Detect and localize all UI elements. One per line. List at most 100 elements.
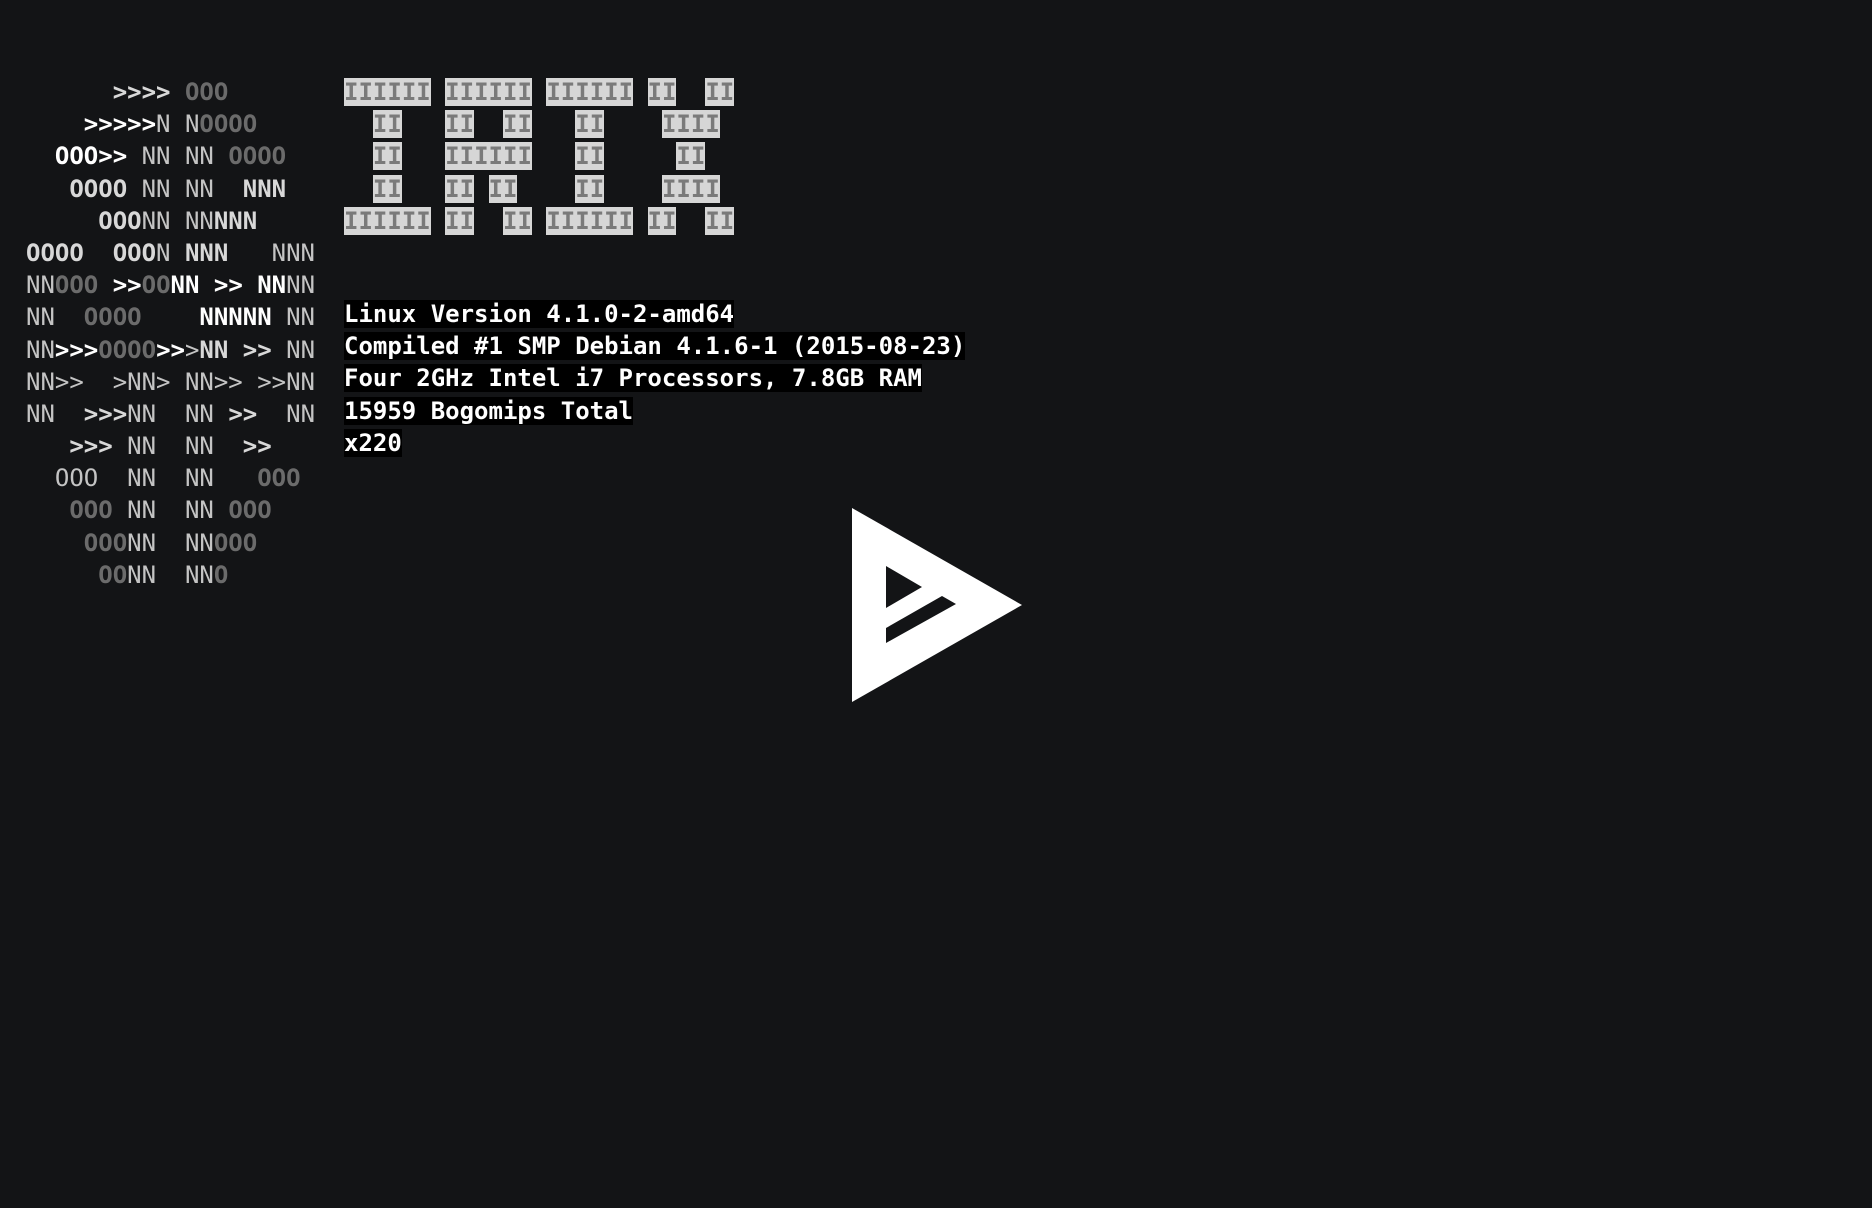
kernel-version-line: Linux Version 4.1.0-2-amd64 xyxy=(344,298,965,330)
ascii-logo-segment: NN xyxy=(271,303,315,332)
kernel-version-text: Linux Version 4.1.0-2-amd64 xyxy=(344,300,735,328)
hostname-text: x220 xyxy=(344,428,402,457)
ascii-logo-segment xyxy=(26,175,69,203)
ascii-logo-segment: OOO xyxy=(213,528,258,557)
ascii-logo-segment: OOO xyxy=(257,464,301,493)
ascii-logo-segment: N xyxy=(156,238,185,267)
ascii-logo-segment: NN xyxy=(26,335,55,364)
ascii-logo-segment: >>> xyxy=(54,335,99,364)
ascii-logo-segment xyxy=(142,303,200,331)
bogomips-text: 15959 Bogomips Total xyxy=(344,396,633,425)
ascii-logo-segment: >>>>> xyxy=(83,110,157,139)
ascii-logo-segment xyxy=(98,271,112,299)
ascii-logo-line: OOOO NN NN NNN xyxy=(26,173,315,205)
ascii-logo-line: NN OOOO NNNNN NN xyxy=(26,301,315,333)
ascii-logo-segment: NNN xyxy=(184,238,229,267)
ascii-logo-line: OOO NN NN OOO xyxy=(26,462,315,494)
ascii-logo-segment: NN xyxy=(26,399,84,428)
ascii-logo-segment: NN NN xyxy=(127,528,214,557)
ascii-logo-segment: >> xyxy=(242,432,272,461)
ascii-logo-segment: NN xyxy=(286,238,316,267)
asciinema-play-icon[interactable] xyxy=(852,508,1022,702)
ascii-logo-line: >>>>>N NOOOO xyxy=(26,108,315,140)
hardware-line: Four 2GHz Intel i7 Processors, 7.8GB RAM xyxy=(344,362,965,394)
ascii-logo-segment: > xyxy=(184,335,200,364)
irix-banner: IIIIII IIIIII IIIIII II II II II II II I… xyxy=(344,76,735,237)
ascii-logo-segment: >> xyxy=(156,335,185,364)
ascii-logo-segment: OOO xyxy=(184,78,229,106)
irix-banner-line: II II II II IIII xyxy=(372,110,720,139)
ascii-logo-segment xyxy=(26,496,69,524)
irix-banner-line: II IIIIII II II xyxy=(372,142,706,171)
ascii-logo-segment xyxy=(26,207,98,235)
ascii-logo-segment: NN>> >NN> NN>> >>NN xyxy=(26,367,315,396)
ascii-logo-segment: OO xyxy=(141,271,171,300)
ascii-logo-segment: NN NN xyxy=(127,560,214,589)
ascii-logo-segment: OOOO xyxy=(199,110,258,139)
ascii-logo-segment: >>> xyxy=(83,399,128,428)
irix-banner-line: IIIIII II II IIIIII II II xyxy=(344,206,735,235)
ascii-logo-segment: OOO xyxy=(83,528,128,557)
ascii-logo-line: >>>> OOO xyxy=(26,76,315,108)
hostname-line: x220 xyxy=(344,427,965,459)
terminal-screen: >>>> OOO >>>>>N NOOOO OOO>> NN NN OOOO O… xyxy=(0,0,1872,1208)
ascii-logo-segment: NN xyxy=(26,303,84,332)
ascii-logo-segment: OO xyxy=(98,560,128,589)
ascii-logo-line: >>> NN NN >> xyxy=(26,430,315,462)
ascii-logo-segment: OOOO xyxy=(83,303,142,332)
ascii-logo-segment: OOOO xyxy=(228,142,287,171)
ascii-logo-segment: NN NN xyxy=(127,142,229,171)
ascii-logo-segment: NN NN xyxy=(112,432,243,461)
ascii-logo-line: NNOOO >>OONN >> NNNN xyxy=(26,269,315,301)
ascii-logo-line: OOO>> NN NN OOOO xyxy=(26,140,315,172)
ascii-logo-segment: NNNNN xyxy=(199,303,272,332)
ascii-logo-segment: NN xyxy=(257,399,316,428)
system-info: Linux Version 4.1.0-2-amd64 Compiled #1 … xyxy=(344,298,966,459)
ascii-logo-segment: NN xyxy=(26,271,55,300)
ascii-logo-line: NN>>>OOOO>>>NN >> NN xyxy=(26,334,315,366)
ascii-logo-segment xyxy=(26,110,84,138)
ascii-logo-segment: >>> xyxy=(69,432,113,461)
ascii-logo-segment: OOO xyxy=(98,206,142,235)
ascii-logo-line: OOONN NNOOO xyxy=(26,527,315,559)
ascii-logo-segment: NN >> NN xyxy=(170,271,287,300)
ascii-logo-segment: OOOO xyxy=(98,335,157,364)
ascii-logo-segment: NN NN xyxy=(141,206,214,235)
ascii-logo-segment xyxy=(171,78,185,106)
ascii-logo-segment: NN NN xyxy=(127,399,229,428)
ascii-logo-segment: OOO xyxy=(69,496,113,525)
compiled-text: Compiled #1 SMP Debian 4.1.6-1 (2015-08-… xyxy=(344,332,966,361)
ascii-logo-segment: OOO NN NN xyxy=(26,464,258,493)
ascii-logo-segment: NNN xyxy=(242,174,287,203)
ascii-logo-line: NN>> >NN> NN>> >>NN xyxy=(26,366,315,398)
ascii-logo-segment: >>>> xyxy=(112,78,171,106)
ascii-logo-segment: OOO xyxy=(228,496,272,525)
ascii-logo-line: OONN NNO xyxy=(26,559,315,591)
distro-ascii-logo: >>>> OOO >>>>>N NOOOO OOO>> NN NN OOOO O… xyxy=(26,76,315,591)
ascii-logo-segment: NN NN xyxy=(127,174,243,203)
ascii-logo-segment xyxy=(26,432,69,460)
ascii-logo-segment: O xyxy=(213,560,229,589)
ascii-logo-segment: NN xyxy=(286,271,316,300)
ascii-logo-segment: N xyxy=(228,238,287,267)
ascii-logo-segment: NN xyxy=(199,335,229,364)
ascii-logo-segment: NN NN xyxy=(112,496,229,525)
compiled-line: Compiled #1 SMP Debian 4.1.6-1 (2015-08-… xyxy=(344,330,966,362)
ascii-logo-segment: >> xyxy=(242,335,272,364)
bogomips-line: 15959 Bogomips Total xyxy=(344,395,965,427)
ascii-logo-segment: >> xyxy=(228,399,258,428)
irix-banner-line: IIIIII IIIIII IIIIII II II xyxy=(344,78,735,106)
hardware-text: Four 2GHz Intel i7 Processors, 7.8GB RAM xyxy=(344,364,922,393)
ascii-logo-segment: OOOO OOO xyxy=(26,238,157,267)
ascii-logo-line: OOO NN NN OOO xyxy=(26,494,315,526)
ascii-logo-segment: OOO>> xyxy=(54,142,128,171)
ascii-logo-segment: NN xyxy=(271,335,316,364)
ascii-logo-segment xyxy=(228,336,242,364)
ascii-logo-line: NN >>>NN NN >> NN xyxy=(26,398,315,430)
ascii-logo-line: OOONN NNNNN xyxy=(26,205,315,237)
ascii-logo-segment: OOO xyxy=(54,271,99,300)
ascii-logo-segment xyxy=(26,529,84,557)
ascii-logo-segment: >> xyxy=(112,271,142,300)
ascii-logo-segment: N N xyxy=(156,110,200,139)
irix-banner-line: II II II II IIII xyxy=(372,174,720,203)
